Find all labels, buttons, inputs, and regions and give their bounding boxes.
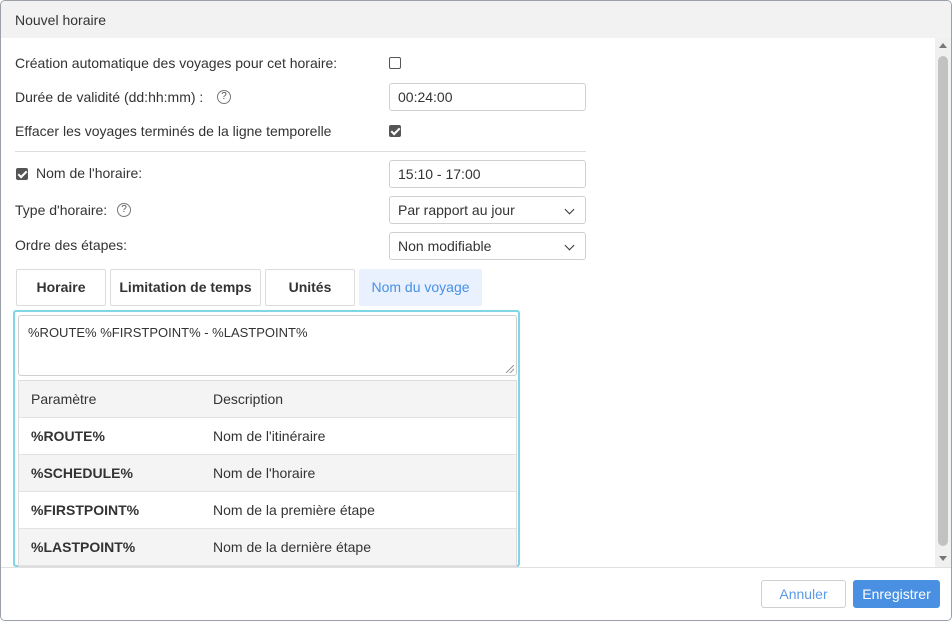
tab-nom-du-voyage[interactable]: Nom du voyage [359, 269, 482, 306]
tab-horaire[interactable]: Horaire [16, 269, 106, 306]
schedule-type-label: Type d'horaire: [15, 202, 108, 218]
schedule-name-input[interactable]: 15:10 - 17:00 [389, 160, 586, 188]
clear-trips-checkbox[interactable] [389, 125, 401, 137]
resize-handle-icon[interactable] [506, 365, 514, 373]
validity-help-icon[interactable]: ? [217, 90, 231, 104]
stage-order-value: Non modifiable [398, 238, 492, 254]
form-divider [15, 151, 586, 152]
scroll-down-arrow-icon[interactable] [939, 556, 947, 561]
dialog-titlebar: Nouvel horaire [1, 1, 951, 38]
schedule-name-checkbox[interactable] [16, 168, 28, 180]
table-row[interactable]: %LASTPOINT% Nom de la dernière étape [19, 529, 516, 566]
scroll-up-arrow-icon[interactable] [939, 43, 947, 48]
auto-trips-checkbox[interactable] [389, 57, 401, 69]
schedule-type-help-icon[interactable]: ? [117, 203, 131, 217]
dialog-footer: Annuler Enregistrer [1, 567, 951, 620]
chevron-down-icon [564, 204, 575, 215]
schedule-type-value: Par rapport au jour [398, 202, 515, 218]
table-cell-description: Nom de l'horaire [213, 465, 316, 481]
table-cell-description: Nom de la première étape [213, 502, 375, 518]
clear-trips-label: Effacer les voyages terminés de la ligne… [15, 123, 332, 139]
parameters-table: Paramètre Description %ROUTE% Nom de l'i… [18, 380, 517, 567]
validity-input[interactable]: 00:24:00 [389, 83, 586, 111]
schedule-name-label: Nom de l'horaire: [36, 165, 143, 181]
table-header-row: Paramètre Description [19, 381, 516, 418]
tab-limitation-de-temps[interactable]: Limitation de temps [110, 269, 261, 306]
scrollbar-thumb[interactable] [938, 56, 948, 546]
dialog-content: Création automatique des voyages pour ce… [1, 38, 935, 567]
table-cell-description: Nom de l'itinéraire [213, 428, 326, 444]
schedule-type-select[interactable]: Par rapport au jour [389, 196, 586, 224]
dialog-title: Nouvel horaire [15, 12, 107, 28]
table-cell-parameter: %SCHEDULE% [31, 465, 133, 481]
table-row[interactable]: %ROUTE% Nom de l'itinéraire [19, 418, 516, 455]
table-header-parameter: Paramètre [31, 391, 97, 407]
auto-trips-label: Création automatique des voyages pour ce… [15, 55, 338, 71]
stage-order-label: Ordre des étapes: [15, 237, 128, 253]
table-cell-description: Nom de la dernière étape [213, 539, 371, 555]
trip-name-template-value: %ROUTE% %FIRSTPOINT% - %LASTPOINT% [28, 325, 308, 340]
trip-name-template-input[interactable]: %ROUTE% %FIRSTPOINT% - %LASTPOINT% [18, 315, 517, 376]
table-cell-parameter: %LASTPOINT% [31, 539, 136, 555]
stage-order-select[interactable]: Non modifiable [389, 232, 586, 260]
save-button[interactable]: Enregistrer [853, 580, 940, 608]
table-cell-parameter: %FIRSTPOINT% [31, 502, 140, 518]
table-row[interactable]: %FIRSTPOINT% Nom de la première étape [19, 492, 516, 529]
vertical-scrollbar[interactable] [935, 38, 951, 567]
table-header-description: Description [213, 391, 284, 407]
new-schedule-dialog: Nouvel horaire Création automatique des … [0, 0, 952, 621]
table-cell-parameter: %ROUTE% [31, 428, 105, 444]
chevron-down-icon [564, 240, 575, 251]
cancel-button[interactable]: Annuler [761, 580, 846, 608]
table-row[interactable]: %SCHEDULE% Nom de l'horaire [19, 455, 516, 492]
validity-label: Durée de validité (dd:hh:mm) : [15, 89, 204, 105]
trip-name-panel: %ROUTE% %FIRSTPOINT% - %LASTPOINT% Param… [13, 310, 520, 567]
tab-unites[interactable]: Unités [265, 269, 355, 306]
